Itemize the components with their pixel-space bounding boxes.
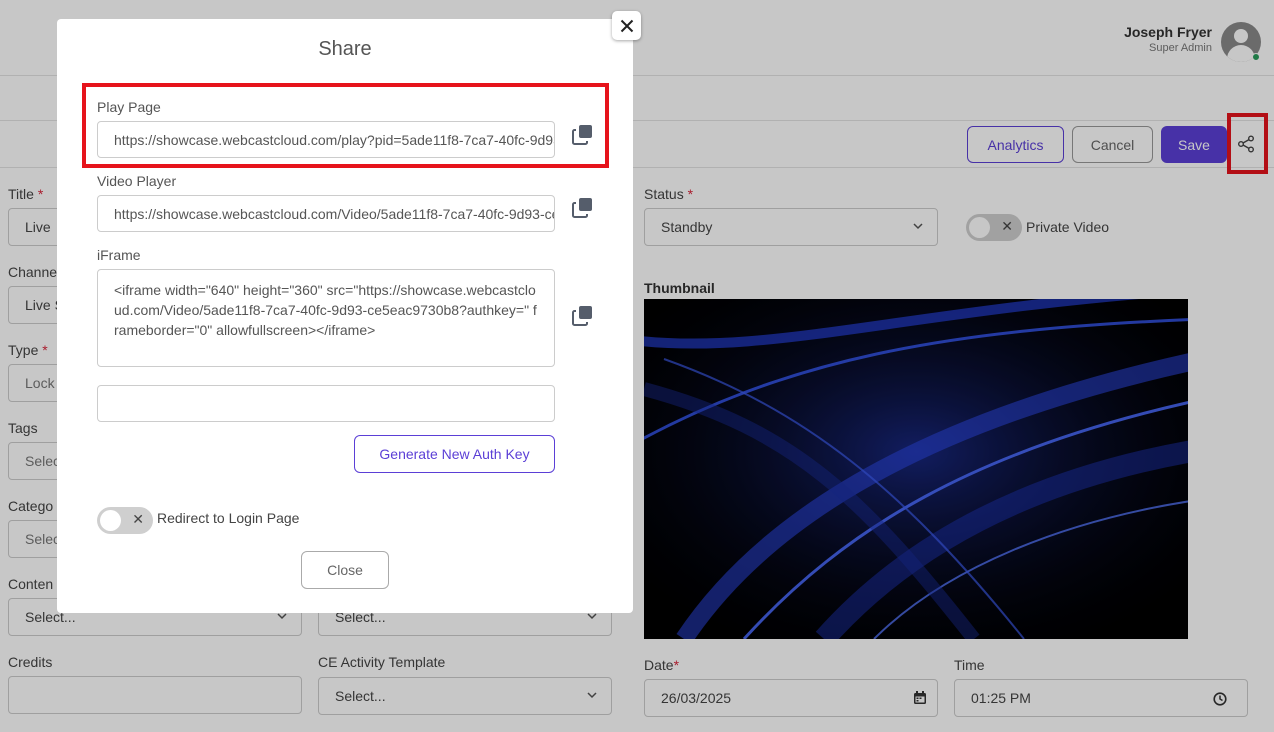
copy-icon[interactable]: [572, 197, 594, 219]
generate-auth-key-button[interactable]: Generate New Auth Key: [354, 435, 555, 473]
iframe-code-textarea[interactable]: <iframe width="640" height="360" src="ht…: [97, 269, 555, 367]
close-icon[interactable]: [612, 11, 641, 40]
iframe-label: iFrame: [97, 247, 141, 263]
copy-icon[interactable]: [572, 305, 594, 327]
play-page-highlight-box: [82, 83, 609, 168]
close-button[interactable]: Close: [301, 551, 389, 589]
auth-key-input[interactable]: [97, 385, 555, 422]
toggle-x-icon: ✕: [132, 511, 144, 527]
video-player-url-input[interactable]: https://showcase.webcastcloud.com/Video/…: [97, 195, 555, 232]
redirect-login-toggle[interactable]: ✕: [97, 507, 153, 534]
modal-title: Share: [318, 38, 372, 60]
redirect-login-label: Redirect to Login Page: [157, 510, 300, 526]
video-player-label: Video Player: [97, 173, 177, 189]
